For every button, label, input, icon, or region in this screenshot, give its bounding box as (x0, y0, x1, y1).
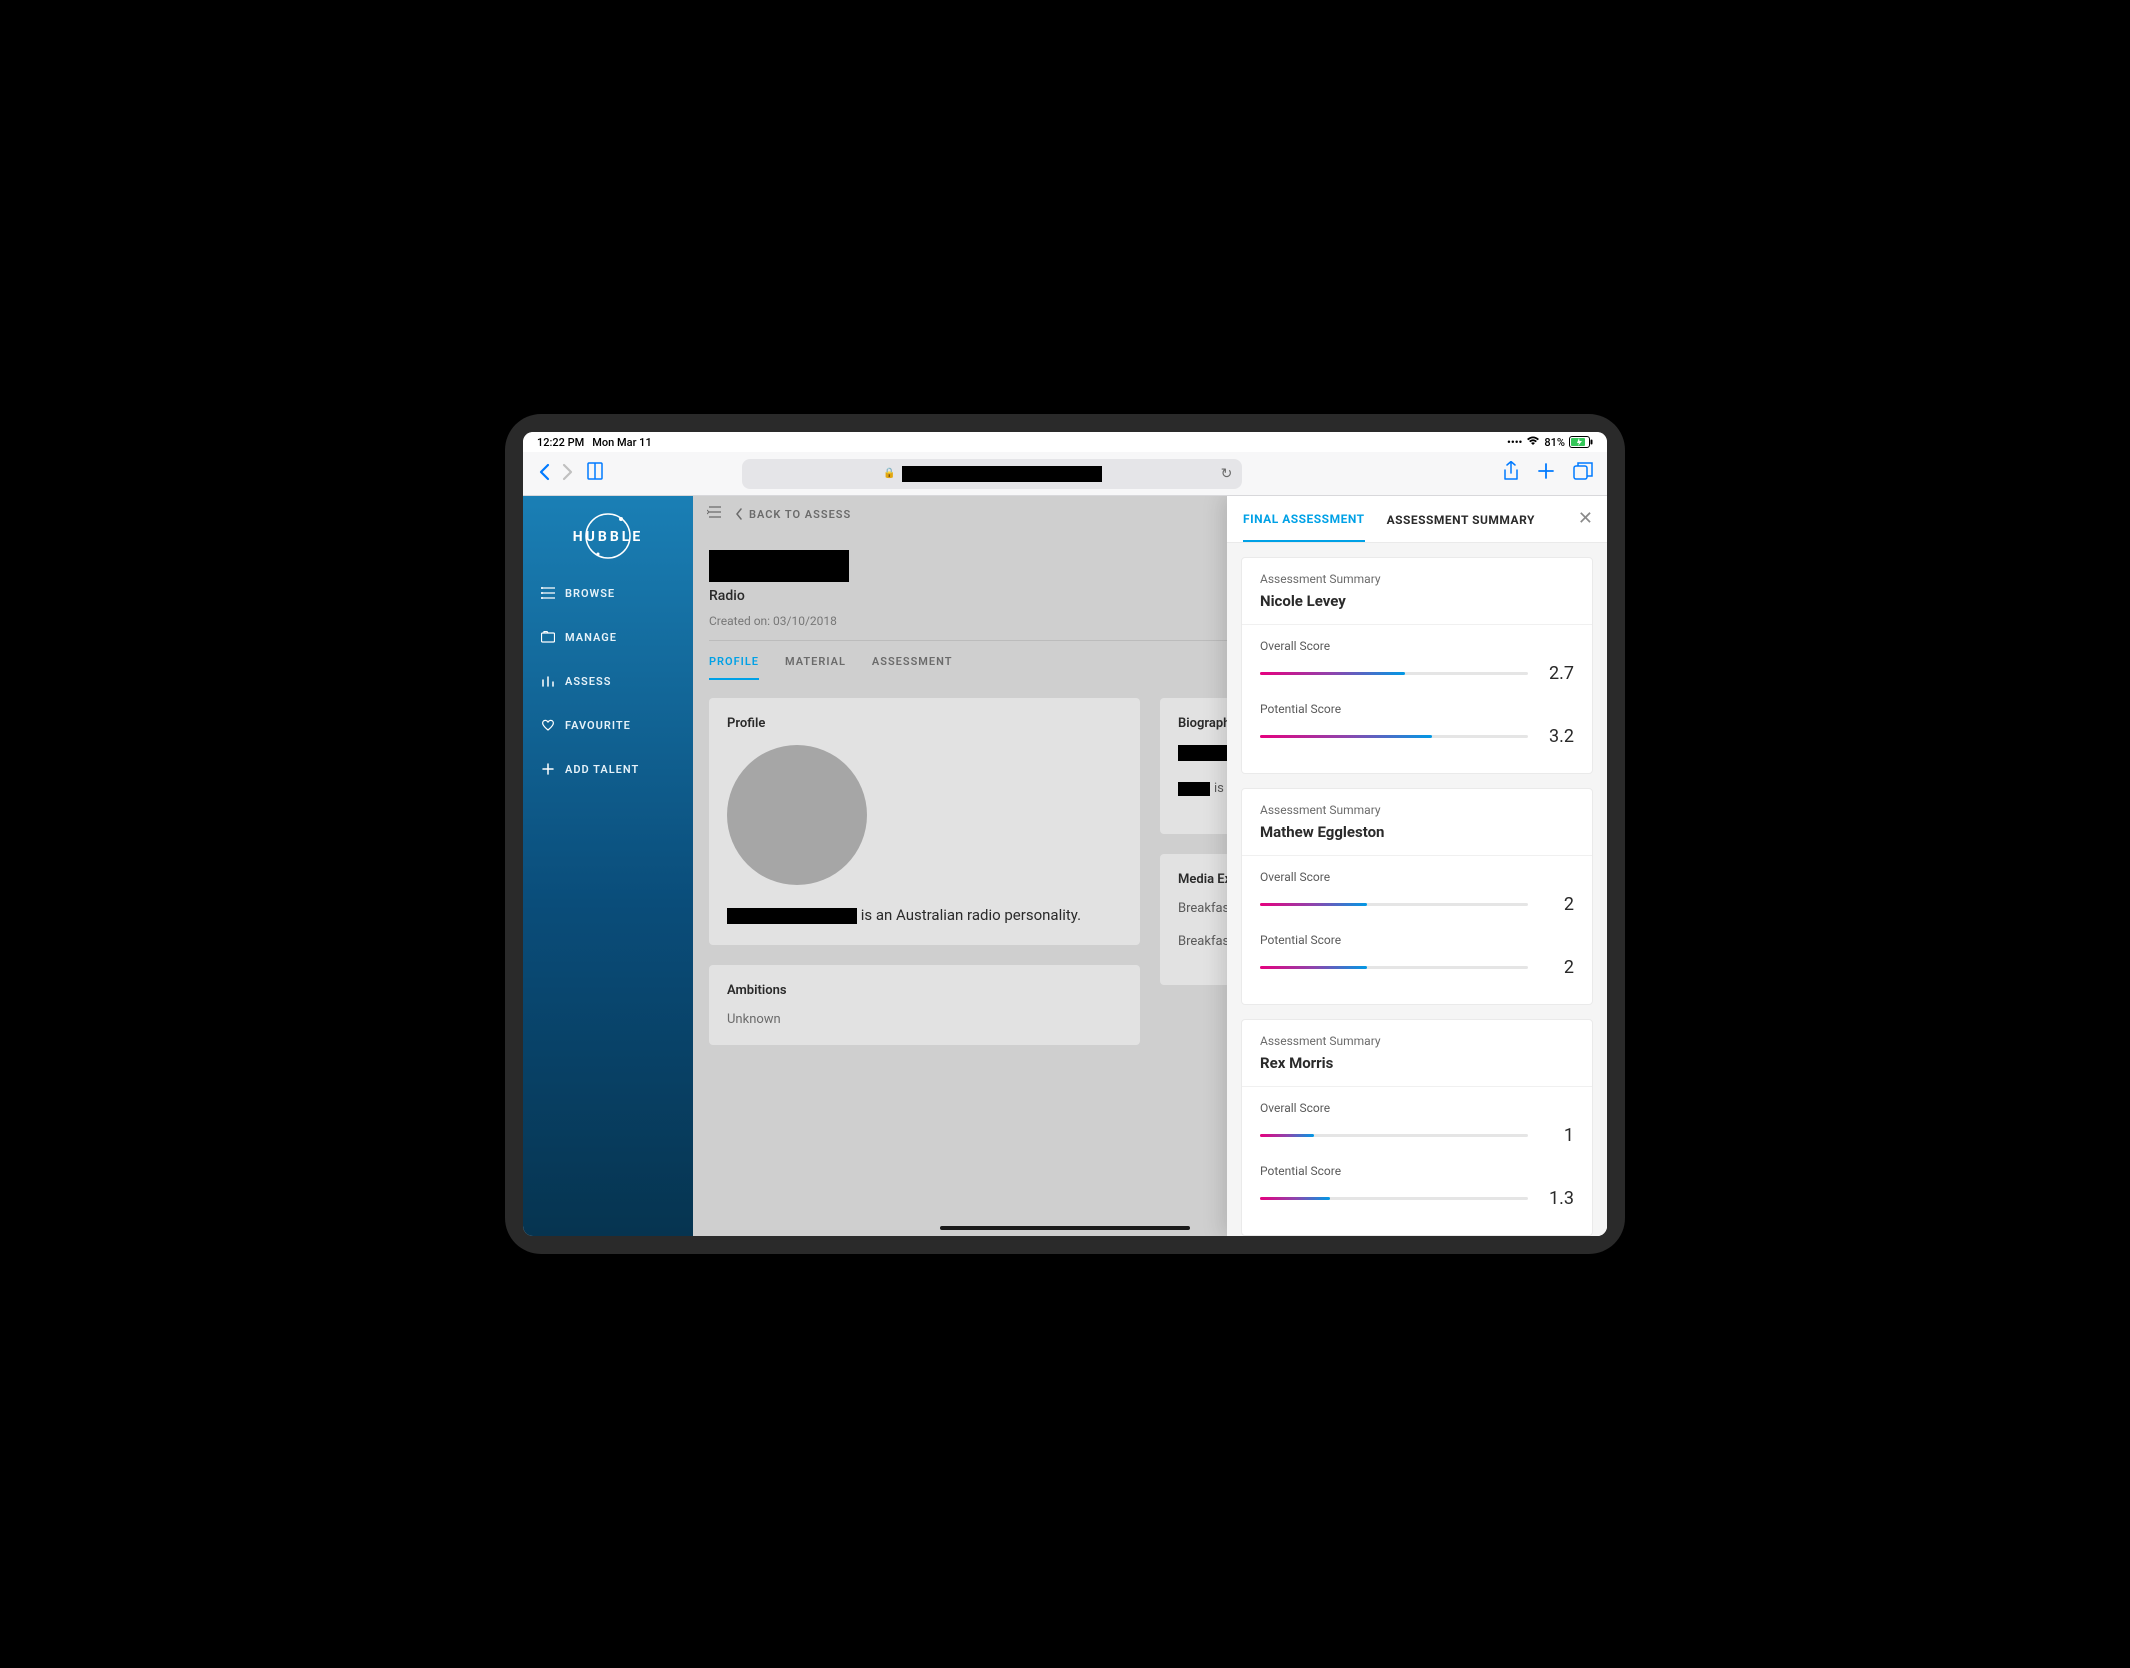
redacted (1178, 782, 1210, 796)
sidebar-item-favourite[interactable]: FAVOURITE (523, 703, 693, 747)
sliders-icon (541, 674, 555, 688)
talent-name-redacted (709, 550, 849, 582)
assessment-summary-label: Assessment Summary (1260, 803, 1574, 817)
overall-score-value: 2 (1544, 894, 1574, 915)
sidebar-item-browse[interactable]: BROWSE (523, 571, 693, 615)
screen: 12:22 PM Mon Mar 11 •••• 81% (523, 432, 1607, 1236)
sidebar-item-label: BROWSE (565, 587, 615, 600)
assessor-name: Rex Morris (1260, 1054, 1574, 1072)
score-track (1260, 903, 1528, 906)
collapse-sidebar-icon[interactable] (707, 506, 721, 522)
potential-score-value: 1.3 (1544, 1188, 1574, 1209)
battery-icon (1569, 436, 1593, 448)
sidebar-item-label: FAVOURITE (565, 719, 631, 732)
status-date: Mon Mar 11 (592, 436, 651, 449)
app-body: HUBBLE BROWSE MANAGE (523, 496, 1607, 1236)
assessment-card: Assessment Summary Nicole Levey Overall … (1241, 557, 1593, 774)
sidebar-item-manage[interactable]: MANAGE (523, 615, 693, 659)
assessor-name: Nicole Levey (1260, 592, 1574, 610)
back-label: BACK TO ASSESS (749, 508, 851, 521)
sidebar-item-label: MANAGE (565, 631, 617, 644)
overall-score-value: 2.7 (1544, 663, 1574, 684)
profile-description: is an Australian radio personality. (727, 903, 1122, 927)
tab-material[interactable]: MATERIAL (785, 655, 846, 680)
new-tab-button[interactable] (1537, 461, 1555, 486)
panel-tab-summary[interactable]: ASSESSMENT SUMMARY (1387, 513, 1535, 541)
battery-percent: 81% (1544, 436, 1565, 449)
profile-card: Profile is an Australian radio personali… (709, 698, 1140, 945)
avatar (727, 745, 867, 885)
assessor-name: Mathew Eggleston (1260, 823, 1574, 841)
bookmarks-icon[interactable] (585, 462, 605, 485)
card-title: Profile (727, 716, 1122, 731)
back-to-assess-button[interactable]: BACK TO ASSESS (735, 508, 851, 521)
overall-score-label: Overall Score (1260, 870, 1574, 884)
score-track (1260, 1134, 1528, 1137)
chevron-left-icon (735, 508, 743, 520)
panel-body[interactable]: Assessment Summary Nicole Levey Overall … (1227, 543, 1607, 1236)
tab-profile[interactable]: PROFILE (709, 655, 759, 680)
wifi-icon (1526, 436, 1540, 449)
overall-score-label: Overall Score (1260, 639, 1574, 653)
browser-toolbar: 🔒 ↻ (523, 452, 1607, 496)
potential-score-value: 2 (1544, 957, 1574, 978)
home-indicator[interactable] (940, 1226, 1190, 1230)
potential-score-label: Potential Score (1260, 1164, 1574, 1178)
ambitions-card: Ambitions Unknown (709, 965, 1140, 1045)
share-button[interactable] (1503, 461, 1519, 486)
assessment-card: Assessment Summary Rex Morris Overall Sc… (1241, 1019, 1593, 1236)
potential-score-label: Potential Score (1260, 933, 1574, 947)
sidebar-item-label: ASSESS (565, 675, 611, 688)
score-track (1260, 1197, 1528, 1200)
assessment-card: Assessment Summary Mathew Eggleston Over… (1241, 788, 1593, 1005)
reload-button[interactable]: ↻ (1221, 466, 1233, 482)
plus-icon (541, 762, 555, 776)
forward-button[interactable] (561, 462, 575, 486)
url-bar[interactable]: 🔒 ↻ (742, 459, 1242, 489)
back-button[interactable] (537, 462, 551, 486)
status-time: 12:22 PM (537, 436, 584, 449)
lock-icon: 🔒 (883, 468, 895, 479)
tabs-button[interactable] (1573, 461, 1593, 486)
assessment-panel: FINAL ASSESSMENT ASSESSMENT SUMMARY ✕ As… (1227, 496, 1607, 1236)
sidebar-item-label: ADD TALENT (565, 763, 639, 776)
brand-logo: HUBBLE (558, 526, 658, 545)
potential-score-label: Potential Score (1260, 702, 1574, 716)
status-bar: 12:22 PM Mon Mar 11 •••• 81% (523, 432, 1607, 452)
close-panel-button[interactable]: ✕ (1578, 508, 1593, 529)
cellular-icon: •••• (1507, 436, 1522, 449)
assessment-summary-label: Assessment Summary (1260, 1034, 1574, 1048)
sidebar: HUBBLE BROWSE MANAGE (523, 496, 693, 1236)
list-icon (541, 586, 555, 600)
heart-icon (541, 718, 555, 732)
score-track (1260, 735, 1528, 738)
score-track (1260, 966, 1528, 969)
panel-tabs: FINAL ASSESSMENT ASSESSMENT SUMMARY ✕ (1227, 496, 1607, 542)
sidebar-item-assess[interactable]: ASSESS (523, 659, 693, 703)
name-redacted (727, 908, 857, 924)
overall-score-value: 1 (1544, 1125, 1574, 1146)
score-track (1260, 672, 1528, 675)
potential-score-value: 3.2 (1544, 726, 1574, 747)
assessment-summary-label: Assessment Summary (1260, 572, 1574, 586)
card-title: Ambitions (727, 983, 1122, 998)
panel-tab-final[interactable]: FINAL ASSESSMENT (1243, 512, 1365, 542)
url-redacted (902, 466, 1102, 482)
overall-score-label: Overall Score (1260, 1101, 1574, 1115)
tablet-frame: 12:22 PM Mon Mar 11 •••• 81% (505, 414, 1625, 1254)
sidebar-item-add-talent[interactable]: ADD TALENT (523, 747, 693, 791)
tab-assessment[interactable]: ASSESSMENT (872, 655, 953, 680)
ambitions-value: Unknown (727, 1012, 1122, 1027)
folder-icon (541, 630, 555, 644)
